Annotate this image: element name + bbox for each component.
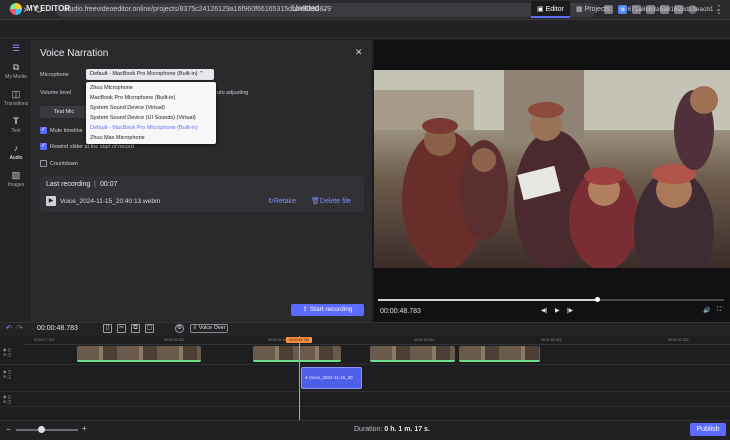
sidebar-item-audio[interactable]: ♪ Audio [0, 143, 32, 162]
ruler-tick: 00:00:34.222 [164, 338, 185, 342]
volume-label: Volume level [40, 90, 72, 96]
start-recording-button[interactable]: ⇪ Start recording [291, 304, 364, 316]
delete-clip-icon[interactable]: ▯ [103, 324, 112, 333]
ruler-tick: 00:01:08.431 [414, 338, 435, 342]
audio-icon: ♪ [13, 143, 19, 153]
sidebar-item-my-media[interactable]: ⧉ My Media [0, 62, 32, 81]
last-recording-label: Last recording [46, 181, 91, 188]
recording-filename: Voice_2024-11-15_20:40:13.webm [60, 198, 161, 205]
test-mic-button[interactable]: Test Mic [40, 106, 88, 118]
play-icon[interactable]: ▶ [555, 307, 560, 314]
trash-icon: 🗑 [311, 198, 320, 205]
preview-scrubber-handle[interactable] [595, 297, 600, 302]
sidebar-item-text[interactable]: T Text [0, 116, 32, 135]
video-clip[interactable] [253, 346, 341, 362]
paste-clip-icon[interactable]: ▢ [145, 324, 154, 333]
app-title: MY EDITOR [26, 4, 71, 13]
video-clip[interactable] [370, 346, 455, 362]
rewind-slider-checkbox[interactable]: ✓ [40, 143, 47, 150]
ruler-tick: 00:00:17.321 [34, 338, 55, 342]
media-icon: ⧉ [12, 62, 20, 72]
audio-clip-label: ● Voice_2024-11-15_20 [305, 375, 353, 380]
delete-file-button[interactable]: 🗑Delete file [311, 197, 351, 205]
next-frame-icon[interactable]: |▶ [567, 307, 573, 314]
microphone-label: Microphone [40, 72, 69, 78]
dropdown-option[interactable]: MacBook Pro Microphone (Built-in) [90, 95, 175, 101]
sidebar-item-images[interactable]: ▨ Images [0, 170, 32, 189]
editor-icon: ▣ [537, 6, 546, 13]
grid-icon: ▦ [576, 6, 585, 13]
microphone-select[interactable]: Default - MacBook Pro Microphone (Built-… [86, 69, 214, 80]
chevron-down-icon: ⌄ [715, 6, 721, 13]
video-clip[interactable] [77, 346, 201, 362]
ruler-tick: 00:01:42.223 [668, 338, 689, 342]
mute-timeline-label: Mute timeline [50, 128, 83, 134]
fullscreen-icon[interactable]: ⛶ [717, 307, 721, 314]
settings-icon[interactable]: ⚙ [175, 324, 184, 333]
divider: | [94, 181, 96, 188]
panel-title: Voice Narration [40, 48, 109, 59]
dropdown-option[interactable]: Zhuu Microphone [90, 85, 133, 91]
preview-scrubber-progress [378, 299, 598, 301]
ruler-tick: 00:01:25.323 [541, 338, 562, 342]
track-divider [0, 406, 730, 407]
zoom-slider-handle[interactable] [38, 426, 45, 433]
zoom-slider-track[interactable] [16, 429, 78, 431]
timeline-current-time: 00:00:48.783 [37, 325, 78, 332]
transitions-icon: ◫ [11, 89, 21, 99]
chevron-up-icon: ⌃ [199, 71, 204, 77]
video-image [374, 70, 730, 268]
images-icon: ▨ [11, 170, 21, 180]
voice-over-button[interactable]: ⇩ Voice Over [190, 324, 228, 333]
playhead-time: 00:00:48.783 [286, 337, 312, 343]
video-frame [374, 70, 730, 268]
track-controls[interactable]: ◉ ◫ ⊕ ◫ [3, 394, 21, 404]
play-icon[interactable]: ▶ [46, 196, 56, 206]
app-logo [10, 3, 22, 15]
project-name[interactable]: Untitled ⌄ [292, 4, 328, 13]
track-divider [0, 391, 730, 392]
tab-editor[interactable]: ▣ Editor [531, 1, 570, 18]
last-recording-duration: 00:07 [100, 181, 118, 188]
track-divider [0, 364, 730, 365]
mute-timeline-checkbox[interactable]: ✓ [40, 127, 47, 134]
retake-button[interactable]: ↻Retake [268, 197, 296, 205]
dropdown-option[interactable]: System Sound Device (UI Sounds) (Virtual… [90, 115, 196, 121]
video-clip[interactable] [459, 346, 540, 362]
zoom-in-icon[interactable]: + [82, 424, 87, 433]
redo-icon[interactable]: ↷ [17, 324, 23, 332]
volume-icon[interactable]: 🔊 [703, 307, 710, 314]
dropdown-option-selected[interactable]: Default - MacBook Pro Microphone (Built-… [90, 125, 198, 131]
tab-projects[interactable]: ▦ Projects [570, 1, 616, 18]
sidebar-item-transitions[interactable]: ◫ Transitions [0, 89, 32, 108]
upload-icon: ⇪ [302, 306, 310, 313]
chevron-down-icon: ⌄ [321, 4, 329, 13]
previous-frame-icon[interactable]: ◀| [541, 307, 547, 314]
auto-adjust-label: uto adjusting [217, 90, 249, 96]
countdown-checkbox[interactable] [40, 160, 47, 167]
dropdown-option[interactable]: Zhuu Max Microphone [90, 135, 145, 141]
account-menu[interactable]: ◉ 671a8cb3a5a81628d19eacb1 ⌄ [614, 1, 727, 18]
split-clip-icon[interactable]: ✂ [117, 324, 126, 333]
publish-button[interactable]: Publish [690, 423, 726, 436]
track-controls[interactable]: ◉ ◫ ⊕ ◫ [3, 347, 21, 357]
copy-clip-icon[interactable]: ⧉ [131, 324, 140, 333]
track-controls[interactable]: ◉ ◫ ⊕ ◫ [3, 369, 21, 379]
undo-icon[interactable]: ↶ [6, 324, 12, 332]
preview-time: 00:00:48.783 [380, 308, 421, 315]
rewind-slider-label: Rewind slider at the start of record [50, 144, 134, 150]
zoom-out-icon[interactable]: − [6, 425, 11, 434]
dropdown-option[interactable]: System Sound Device (Virtual) [90, 105, 165, 111]
close-icon[interactable]: ✕ [355, 47, 363, 58]
app-header [0, 20, 730, 39]
text-icon: T [13, 116, 19, 126]
hamburger-icon[interactable]: ☰ [0, 44, 32, 55]
playhead[interactable] [299, 336, 300, 420]
timeline-ruler[interactable] [24, 336, 730, 345]
countdown-label: Countdown [50, 161, 78, 167]
duration-display: Duration: 0 h. 1 m. 17 s. [354, 426, 430, 433]
